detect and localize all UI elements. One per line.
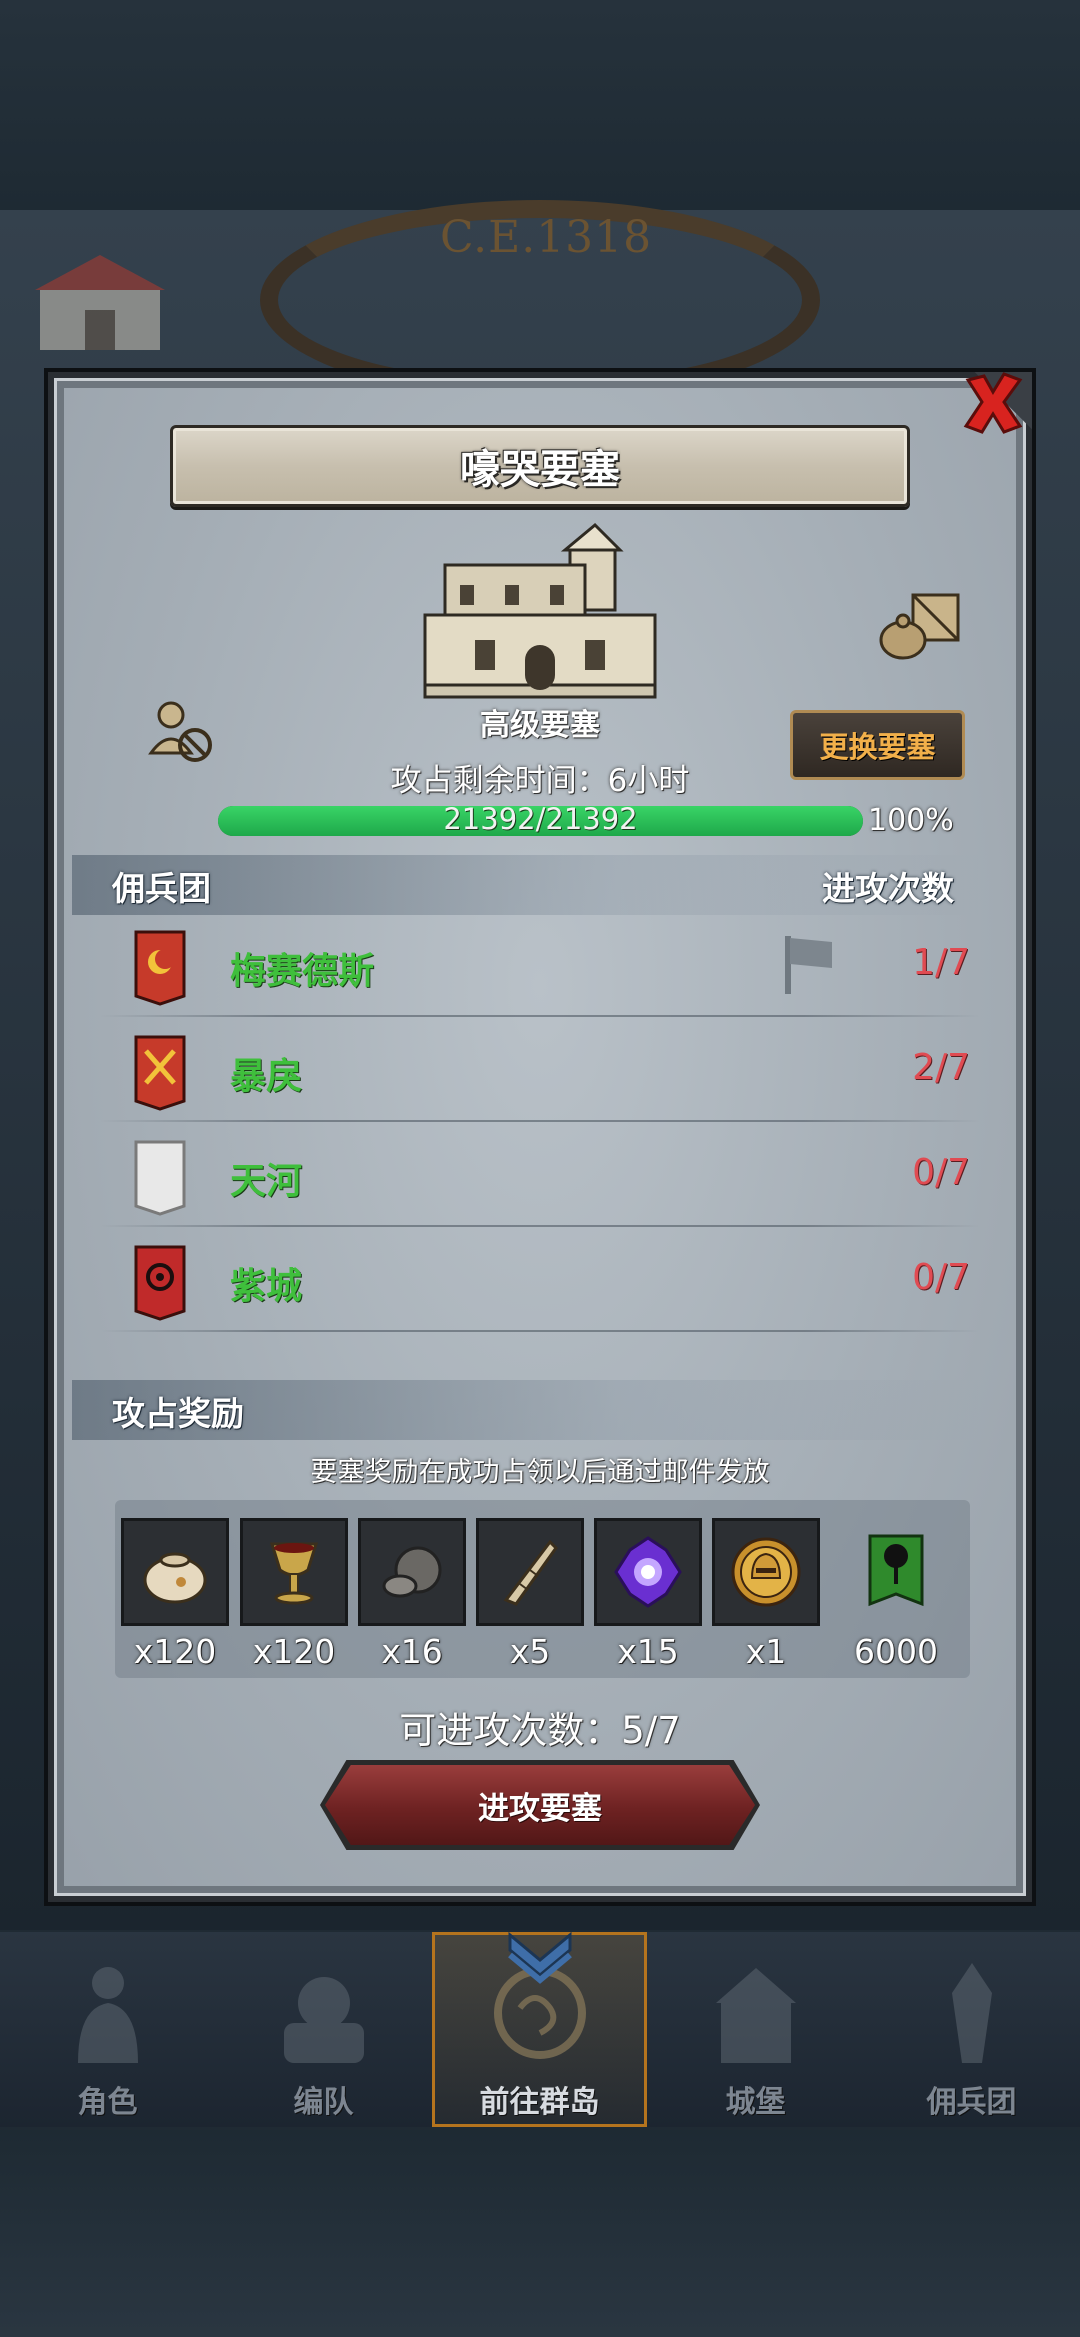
fortress-title: 嚎哭要塞 <box>460 447 620 493</box>
mercenary-banner-icon <box>134 1035 186 1111</box>
close-button[interactable] <box>958 368 1028 438</box>
nav-tab-icon <box>283 1977 364 2063</box>
mercenary-row[interactable]: 天河 0/7 <box>100 1122 980 1227</box>
reward-slot <box>240 1518 348 1626</box>
reward-item[interactable]: x120 <box>121 1518 229 1671</box>
supplies-icon[interactable] <box>875 585 965 660</box>
chevron-down-icon <box>508 1931 572 1984</box>
mercenary-row[interactable]: 紫城 0/7 <box>100 1227 980 1332</box>
mercenary-banner-icon <box>134 1140 186 1216</box>
capture-timer: 攻占剩余时间：6小时 <box>390 763 690 799</box>
mercenary-name: 紫城 <box>230 1266 303 1307</box>
truffle-icon <box>382 1546 442 1598</box>
reward-item[interactable]: x120 <box>240 1518 348 1671</box>
leave-mercenary-icon[interactable] <box>145 695 217 767</box>
fortress-hp-text: 21392/21392 <box>443 802 638 836</box>
attack-fortress-button[interactable]: 进攻要塞 <box>325 1765 755 1845</box>
reward-quantity: 6000 <box>854 1632 938 1671</box>
reward-slot <box>842 1518 950 1626</box>
reward-quantity: x16 <box>381 1632 443 1671</box>
purple-gem-icon <box>614 1536 682 1608</box>
remaining-attempts: 可进攻次数：5/7 <box>399 1709 681 1752</box>
reward-quantity: x1 <box>745 1632 787 1671</box>
guild-banner-icon <box>868 1534 924 1607</box>
rewards-note: 要塞奖励在成功占领以后通过邮件发放 <box>310 1457 770 1488</box>
reward-slot <box>712 1518 820 1626</box>
mercenary-name: 梅赛德斯 <box>230 951 375 992</box>
reward-quantity: x120 <box>252 1632 336 1671</box>
change-fortress-button[interactable]: 更换要塞 <box>790 710 965 780</box>
reward-item[interactable]: x1 <box>712 1518 820 1671</box>
reward-quantity: x5 <box>509 1632 551 1671</box>
fortress-hp-percent: 100% <box>868 803 954 838</box>
mercenary-row[interactable]: 暴戾 2/7 <box>100 1017 980 1122</box>
flag-icon <box>785 936 832 994</box>
nav-tab-label: 佣兵团 <box>926 2085 1017 2120</box>
era-label: C.E.1318 <box>440 212 653 263</box>
nav-tab-label: 城堡 <box>725 2085 786 2120</box>
nav-tab-icon <box>77 1967 138 2063</box>
reward-item[interactable]: x16 <box>358 1518 466 1671</box>
gold-helmet-coin-icon <box>731 1537 801 1607</box>
mercenary-name: 暴戾 <box>230 1056 303 1097</box>
nav-tab[interactable]: 编队 <box>216 1932 431 2127</box>
mercenary-header-label: 佣兵团 <box>112 869 211 908</box>
mercenary-attack-count: 1/7 <box>912 942 970 983</box>
goblet-icon <box>269 1542 319 1605</box>
row-divider <box>100 1330 980 1332</box>
reward-item[interactable]: x5 <box>476 1518 584 1671</box>
mercenary-name: 天河 <box>230 1161 303 1202</box>
nav-tab-label: 角色 <box>77 2085 138 2120</box>
nav-tab-label: 前往群岛 <box>479 2085 600 2120</box>
mercenary-banner-icon <box>134 930 186 1006</box>
mercenary-row[interactable]: 梅赛德斯 1/7 <box>100 912 980 1017</box>
fortress-type: 高级要塞 <box>480 708 600 743</box>
bottom-background <box>0 2130 1080 2337</box>
reward-slot <box>594 1518 702 1626</box>
nav-tab-icon <box>715 1968 796 2063</box>
mercenary-attack-count: 0/7 <box>912 1257 970 1298</box>
grain-sack-icon <box>143 1552 207 1604</box>
reward-slot <box>476 1518 584 1626</box>
reward-item[interactable]: x15 <box>594 1518 702 1671</box>
reward-quantity: x15 <box>617 1632 679 1671</box>
mercenary-attack-count: 2/7 <box>912 1047 970 1088</box>
close-icon <box>963 372 1023 434</box>
fortress-castle-icon <box>423 522 657 699</box>
reward-slot <box>358 1518 466 1626</box>
reward-slot <box>121 1518 229 1626</box>
nav-tab[interactable]: 角色 <box>0 1932 215 2127</box>
mercenary-banner-icon <box>134 1245 186 1321</box>
rewards-header-label: 攻占奖励 <box>112 1394 244 1433</box>
nav-tab-label: 编队 <box>293 2085 354 2120</box>
reward-item[interactable]: 6000 <box>842 1518 950 1671</box>
mercenary-attack-count: 0/7 <box>912 1152 970 1193</box>
nav-tab[interactable]: 城堡 <box>648 1932 863 2127</box>
reward-quantity: x120 <box>133 1632 217 1671</box>
horn-icon <box>503 1539 558 1606</box>
attack-fortress-label: 进攻要塞 <box>478 1790 602 1827</box>
nav-tab[interactable]: 佣兵团 <box>864 1932 1079 2127</box>
title-banner: 嚎哭要塞 <box>170 425 910 507</box>
home-castle-icon <box>35 255 165 350</box>
attack-count-header-label: 进攻次数 <box>822 869 954 908</box>
nav-tab-icon <box>951 1963 992 2063</box>
top-background <box>0 0 1080 210</box>
